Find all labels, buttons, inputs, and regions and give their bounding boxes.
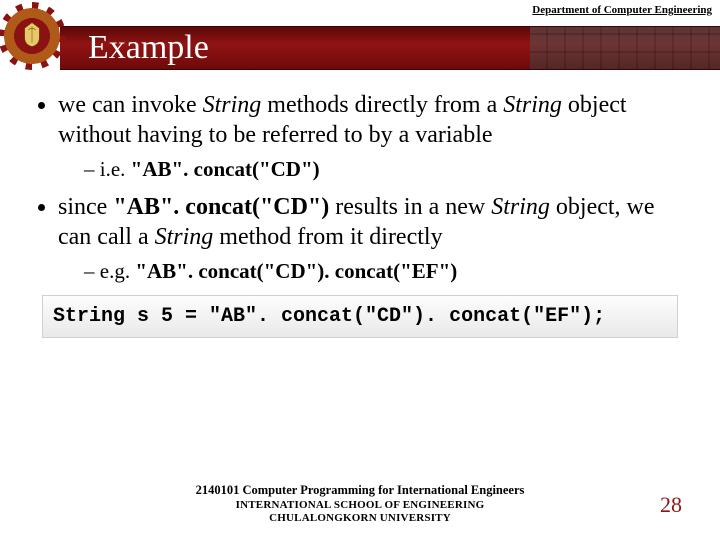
code-example: String s 5 = "AB". concat("CD"). concat(… xyxy=(42,295,678,338)
gear-logo-icon xyxy=(4,8,68,72)
sub-bullet-1: i.e. "AB". concat("CD") xyxy=(84,156,692,182)
footer-line-1: 2140101 Computer Programming for Interna… xyxy=(0,483,720,499)
slide-body: we can invoke String methods directly fr… xyxy=(0,70,720,540)
title-banner: Example xyxy=(0,18,720,70)
slide-header: Department of Computer Engineering Examp… xyxy=(0,0,720,70)
bullet-2: since "AB". concat("CD") results in a ne… xyxy=(58,192,692,284)
footer-line-3: CHULALONGKORN UNIVERSITY xyxy=(0,512,720,526)
sub-bullet-2: e.g. "AB". concat("CD"). concat("EF") xyxy=(84,258,692,284)
page-number: 28 xyxy=(660,492,682,518)
slide-title: Example xyxy=(88,29,209,67)
department-label: Department of Computer Engineering xyxy=(532,4,712,16)
footer-line-2: INTERNATIONAL SCHOOL OF ENGINEERING xyxy=(0,499,720,513)
slide-footer: 2140101 Computer Programming for Interna… xyxy=(0,483,720,526)
title-bar: Example xyxy=(60,26,720,70)
bullet-1: we can invoke String methods directly fr… xyxy=(58,90,692,182)
